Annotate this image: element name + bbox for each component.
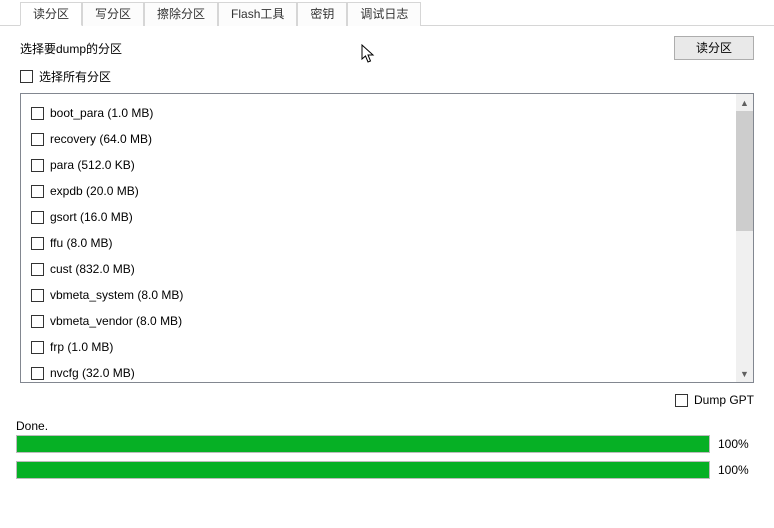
chevron-up-icon: ▲	[740, 98, 749, 108]
progress-bar	[16, 461, 710, 479]
partition-list: boot_para (1.0 MB) recovery (64.0 MB) para…	[20, 93, 754, 383]
partition-row: boot_para (1.0 MB)	[31, 100, 736, 126]
partition-row: cust (832.0 MB)	[31, 256, 736, 282]
partition-label: recovery (64.0 MB)	[50, 132, 152, 146]
chevron-down-icon: ▼	[740, 369, 749, 379]
partition-checkbox[interactable]	[31, 315, 44, 328]
partition-label: vbmeta_vendor (8.0 MB)	[50, 314, 182, 328]
partition-label: para (512.0 KB)	[50, 158, 135, 172]
partition-row: frp (1.0 MB)	[31, 334, 736, 360]
scroll-down-button[interactable]: ▼	[736, 365, 753, 382]
progress-row: 100%	[16, 435, 758, 453]
progress-percent: 100%	[718, 437, 758, 451]
partition-label: boot_para (1.0 MB)	[50, 106, 153, 120]
partition-row: recovery (64.0 MB)	[31, 126, 736, 152]
dump-gpt-label: Dump GPT	[694, 393, 754, 407]
partition-row: ffu (8.0 MB)	[31, 230, 736, 256]
scrollbar[interactable]: ▲ ▼	[736, 94, 753, 382]
partition-row: expdb (20.0 MB)	[31, 178, 736, 204]
select-all-label: 选择所有分区	[39, 68, 111, 85]
progress-fill	[17, 462, 709, 478]
partition-label: cust (832.0 MB)	[50, 262, 135, 276]
partition-checkbox[interactable]	[31, 289, 44, 302]
progress-bar	[16, 435, 710, 453]
partition-label: frp (1.0 MB)	[50, 340, 113, 354]
partition-label: vbmeta_system (8.0 MB)	[50, 288, 183, 302]
partition-label: ffu (8.0 MB)	[50, 236, 112, 250]
partition-checkbox[interactable]	[31, 107, 44, 120]
partition-row: nvcfg (32.0 MB)	[31, 360, 736, 382]
tab-3[interactable]: Flash工具	[218, 2, 297, 26]
select-all-checkbox[interactable]	[20, 70, 33, 83]
tab-1[interactable]: 写分区	[82, 2, 144, 26]
progress-fill	[17, 436, 709, 452]
partition-checkbox[interactable]	[31, 133, 44, 146]
partition-row: vbmeta_vendor (8.0 MB)	[31, 308, 736, 334]
partition-row: gsort (16.0 MB)	[31, 204, 736, 230]
tab-0[interactable]: 读分区	[20, 2, 82, 26]
partition-row: vbmeta_system (8.0 MB)	[31, 282, 736, 308]
partition-checkbox[interactable]	[31, 159, 44, 172]
progress-row: 100%	[16, 461, 758, 479]
dump-gpt-checkbox[interactable]	[675, 394, 688, 407]
tab-4[interactable]: 密钥	[297, 2, 347, 26]
tab-5[interactable]: 调试日志	[347, 2, 421, 26]
partition-checkbox[interactable]	[31, 341, 44, 354]
partition-label: gsort (16.0 MB)	[50, 210, 133, 224]
partition-checkbox[interactable]	[31, 185, 44, 198]
scroll-thumb[interactable]	[736, 111, 753, 231]
status-text: Done.	[16, 419, 758, 433]
partition-checkbox[interactable]	[31, 237, 44, 250]
partition-label: expdb (20.0 MB)	[50, 184, 139, 198]
read-partition-button[interactable]: 读分区	[674, 36, 754, 60]
tab-2[interactable]: 擦除分区	[144, 2, 218, 26]
partition-row: para (512.0 KB)	[31, 152, 736, 178]
partition-checkbox[interactable]	[31, 367, 44, 380]
scroll-up-button[interactable]: ▲	[736, 94, 753, 111]
partition-checkbox[interactable]	[31, 211, 44, 224]
dump-prompt-label: 选择要dump的分区	[20, 40, 122, 57]
partition-label: nvcfg (32.0 MB)	[50, 366, 135, 380]
partition-checkbox[interactable]	[31, 263, 44, 276]
progress-percent: 100%	[718, 463, 758, 477]
tab-strip: 读分区写分区擦除分区Flash工具密钥调试日志	[0, 0, 774, 26]
